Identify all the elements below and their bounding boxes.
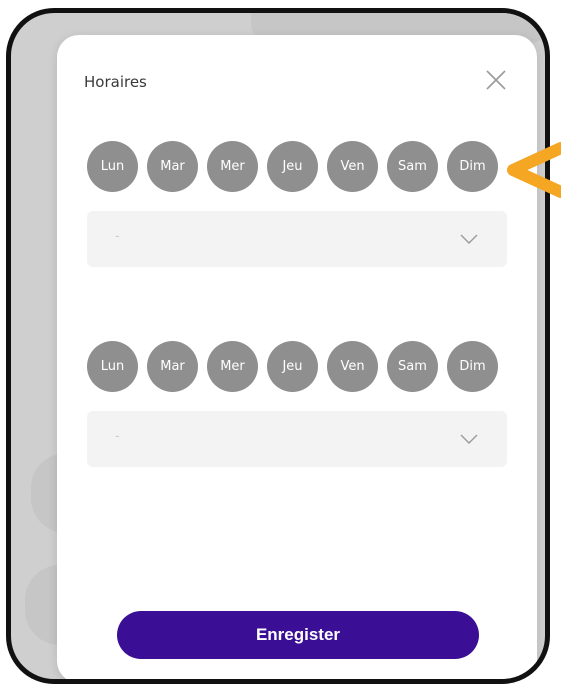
- day-button-mar[interactable]: Mar: [147, 141, 198, 192]
- close-icon: [486, 70, 506, 90]
- modal-title: Horaires: [84, 73, 147, 91]
- day-button-sam[interactable]: Sam: [387, 341, 438, 392]
- pointer-arrow-icon: [507, 142, 561, 198]
- day-selector-row: Lun Mar Mer Jeu Ven Sam Dim: [87, 341, 498, 392]
- day-button-dim[interactable]: Dim: [447, 341, 498, 392]
- day-button-sam[interactable]: Sam: [387, 141, 438, 192]
- schedule-modal: Horaires Lun Mar Mer Jeu Ven Sam Dim - L…: [57, 35, 537, 679]
- day-selector-row: Lun Mar Mer Jeu Ven Sam Dim: [87, 141, 498, 192]
- day-button-lun[interactable]: Lun: [87, 341, 138, 392]
- day-button-mer[interactable]: Mer: [207, 341, 258, 392]
- save-button[interactable]: Enregister: [117, 611, 479, 659]
- day-button-mar[interactable]: Mar: [147, 341, 198, 392]
- day-button-ven[interactable]: Ven: [327, 341, 378, 392]
- device-frame: Horaires Lun Mar Mer Jeu Ven Sam Dim - L…: [6, 8, 550, 684]
- time-select-value: -: [115, 229, 120, 244]
- day-button-jeu[interactable]: Jeu: [267, 341, 318, 392]
- day-button-dim[interactable]: Dim: [447, 141, 498, 192]
- day-button-jeu[interactable]: Jeu: [267, 141, 318, 192]
- day-button-mer[interactable]: Mer: [207, 141, 258, 192]
- chevron-down-icon: [460, 234, 478, 244]
- chevron-down-icon: [460, 434, 478, 444]
- time-select[interactable]: -: [87, 411, 507, 467]
- time-select[interactable]: -: [87, 211, 507, 267]
- time-select-value: -: [115, 429, 120, 444]
- close-button[interactable]: [484, 68, 508, 92]
- day-button-lun[interactable]: Lun: [87, 141, 138, 192]
- day-button-ven[interactable]: Ven: [327, 141, 378, 192]
